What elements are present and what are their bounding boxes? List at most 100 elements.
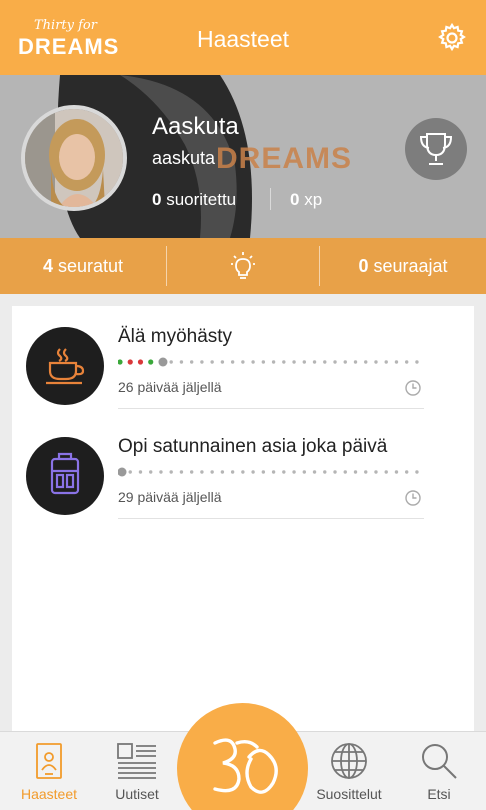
challenge-list: Älä myöhästy 26 päivää jäljellä Opi satu… <box>12 306 474 731</box>
followers-button[interactable]: 0 seuraajat <box>320 238 486 294</box>
progress-day-pending <box>169 470 173 474</box>
xp-label: xp <box>304 190 323 209</box>
progress-day-pending <box>282 470 286 474</box>
following-button[interactable]: 4 seuratut <box>0 238 166 294</box>
progress-day-pending <box>200 470 204 474</box>
progress-day-pending <box>323 360 327 364</box>
days-remaining: 26 päivää jäljellä <box>118 379 222 395</box>
globe-icon <box>331 743 367 779</box>
progress-day-pending <box>230 360 235 364</box>
progress-day-pending <box>292 360 296 364</box>
nav-etsi[interactable]: Etsi <box>392 732 486 810</box>
progress-day-pending <box>364 360 368 364</box>
profile-name: Aaskuta <box>152 113 239 140</box>
progress-day-pending <box>364 470 368 474</box>
nav-label: Suosittelut <box>316 786 382 802</box>
progress-day-fail <box>137 359 144 365</box>
nav-haasteet[interactable]: Haasteet <box>0 732 98 810</box>
challenge-title: Opi satunnainen asia joka päivä <box>118 436 388 457</box>
clock-icon <box>405 490 421 506</box>
logo-small-text: Thirty for <box>34 18 97 33</box>
avatar[interactable] <box>21 105 127 211</box>
news-icon <box>117 743 156 779</box>
progress-day-pending <box>251 470 255 474</box>
progress-day-pending <box>200 360 204 364</box>
app-header: Thirty for DREAMS Haasteet <box>0 0 486 75</box>
center-action-button[interactable] <box>177 703 308 810</box>
completed-count: 0 <box>152 190 162 209</box>
nav-label: Haasteet <box>20 786 78 802</box>
progress-day-pending <box>292 470 296 474</box>
page-title: Haasteet <box>196 26 290 52</box>
progress-day-pending <box>241 470 245 474</box>
progress-day-pending <box>353 360 358 364</box>
idea-button[interactable] <box>167 238 319 294</box>
stat-divider <box>270 188 271 210</box>
trophy-button[interactable] <box>405 118 467 180</box>
progress-day-pending <box>159 470 163 474</box>
progress-day-pending <box>405 470 409 474</box>
progress-day-pending <box>302 360 307 364</box>
avatar-photo <box>25 109 123 207</box>
progress-day-pending <box>343 360 347 364</box>
progress-day-pending <box>415 470 419 474</box>
challenge-item[interactable]: Opi satunnainen asia joka päivä 29 päivä… <box>12 416 474 526</box>
backpack-icon <box>50 452 80 495</box>
progress-day-pending <box>271 470 276 474</box>
progress-day-pending <box>220 470 225 474</box>
progress-day-pending <box>179 470 184 474</box>
progress-day-pending <box>210 360 214 364</box>
progress-day-pending <box>415 360 419 364</box>
progress-day-pending <box>282 360 286 364</box>
progress-day-pending <box>353 470 358 474</box>
trophy-icon <box>419 133 453 165</box>
dreams-watermark: DREAMS <box>216 142 353 175</box>
progress-day-pending <box>271 360 276 364</box>
progress-day-pending <box>128 470 132 474</box>
nav-label: Uutiset <box>115 786 159 802</box>
lightbulb-icon <box>231 252 255 279</box>
progress-day-pending <box>323 470 327 474</box>
progress-day-pending <box>138 470 143 474</box>
progress-day-pending <box>333 470 337 474</box>
progress-day-pending <box>210 470 214 474</box>
progress-day-pending <box>261 470 266 474</box>
challenge-item[interactable]: Älä myöhästy 26 päivää jäljellä <box>12 306 474 416</box>
progress-day-pending <box>261 360 266 364</box>
progress-day-pending <box>394 360 399 364</box>
thirty-logo-icon <box>213 738 278 794</box>
challenge-progress <box>118 467 419 477</box>
progress-day-success <box>148 359 154 365</box>
challenge-icon-circle <box>26 437 104 515</box>
progress-day-pending <box>312 470 317 474</box>
progress-day-pending <box>149 470 153 474</box>
progress-day-pending <box>179 360 184 364</box>
progress-day-pending <box>230 470 235 474</box>
profile-card-icon <box>36 743 62 779</box>
progress-day-pending <box>405 360 409 364</box>
progress-day-pending <box>394 470 399 474</box>
challenge-icon-circle <box>26 327 104 405</box>
progress-day-pending <box>220 360 225 364</box>
progress-day-pending <box>333 360 337 364</box>
xp-stat: 0 xp <box>290 190 322 210</box>
nav-uutiset[interactable]: Uutiset <box>98 732 176 810</box>
app-logo[interactable]: Thirty for DREAMS <box>18 14 128 62</box>
progress-day-pending <box>384 360 388 364</box>
progress-day-pending <box>241 360 245 364</box>
challenge-progress <box>118 357 419 367</box>
progress-day-pending <box>343 470 347 474</box>
nav-suosittelut[interactable]: Suosittelut <box>306 732 392 810</box>
social-bar: 4 seuratut 0 seuraajat <box>0 238 486 294</box>
xp-count: 0 <box>290 190 300 209</box>
progress-day-pending <box>384 470 388 474</box>
search-icon <box>422 744 457 779</box>
progress-day-current <box>158 357 168 367</box>
following-label: seuratut <box>57 255 124 276</box>
clock-icon <box>405 380 421 396</box>
progress-day-pending <box>312 360 317 364</box>
gear-icon[interactable] <box>436 22 468 54</box>
profile-banner: DREAMS Aaskuta aaskuta 0 suoritettu 0 xp <box>0 75 486 238</box>
progress-day-pending <box>251 360 255 364</box>
completed-label: suoritettu <box>166 190 237 209</box>
